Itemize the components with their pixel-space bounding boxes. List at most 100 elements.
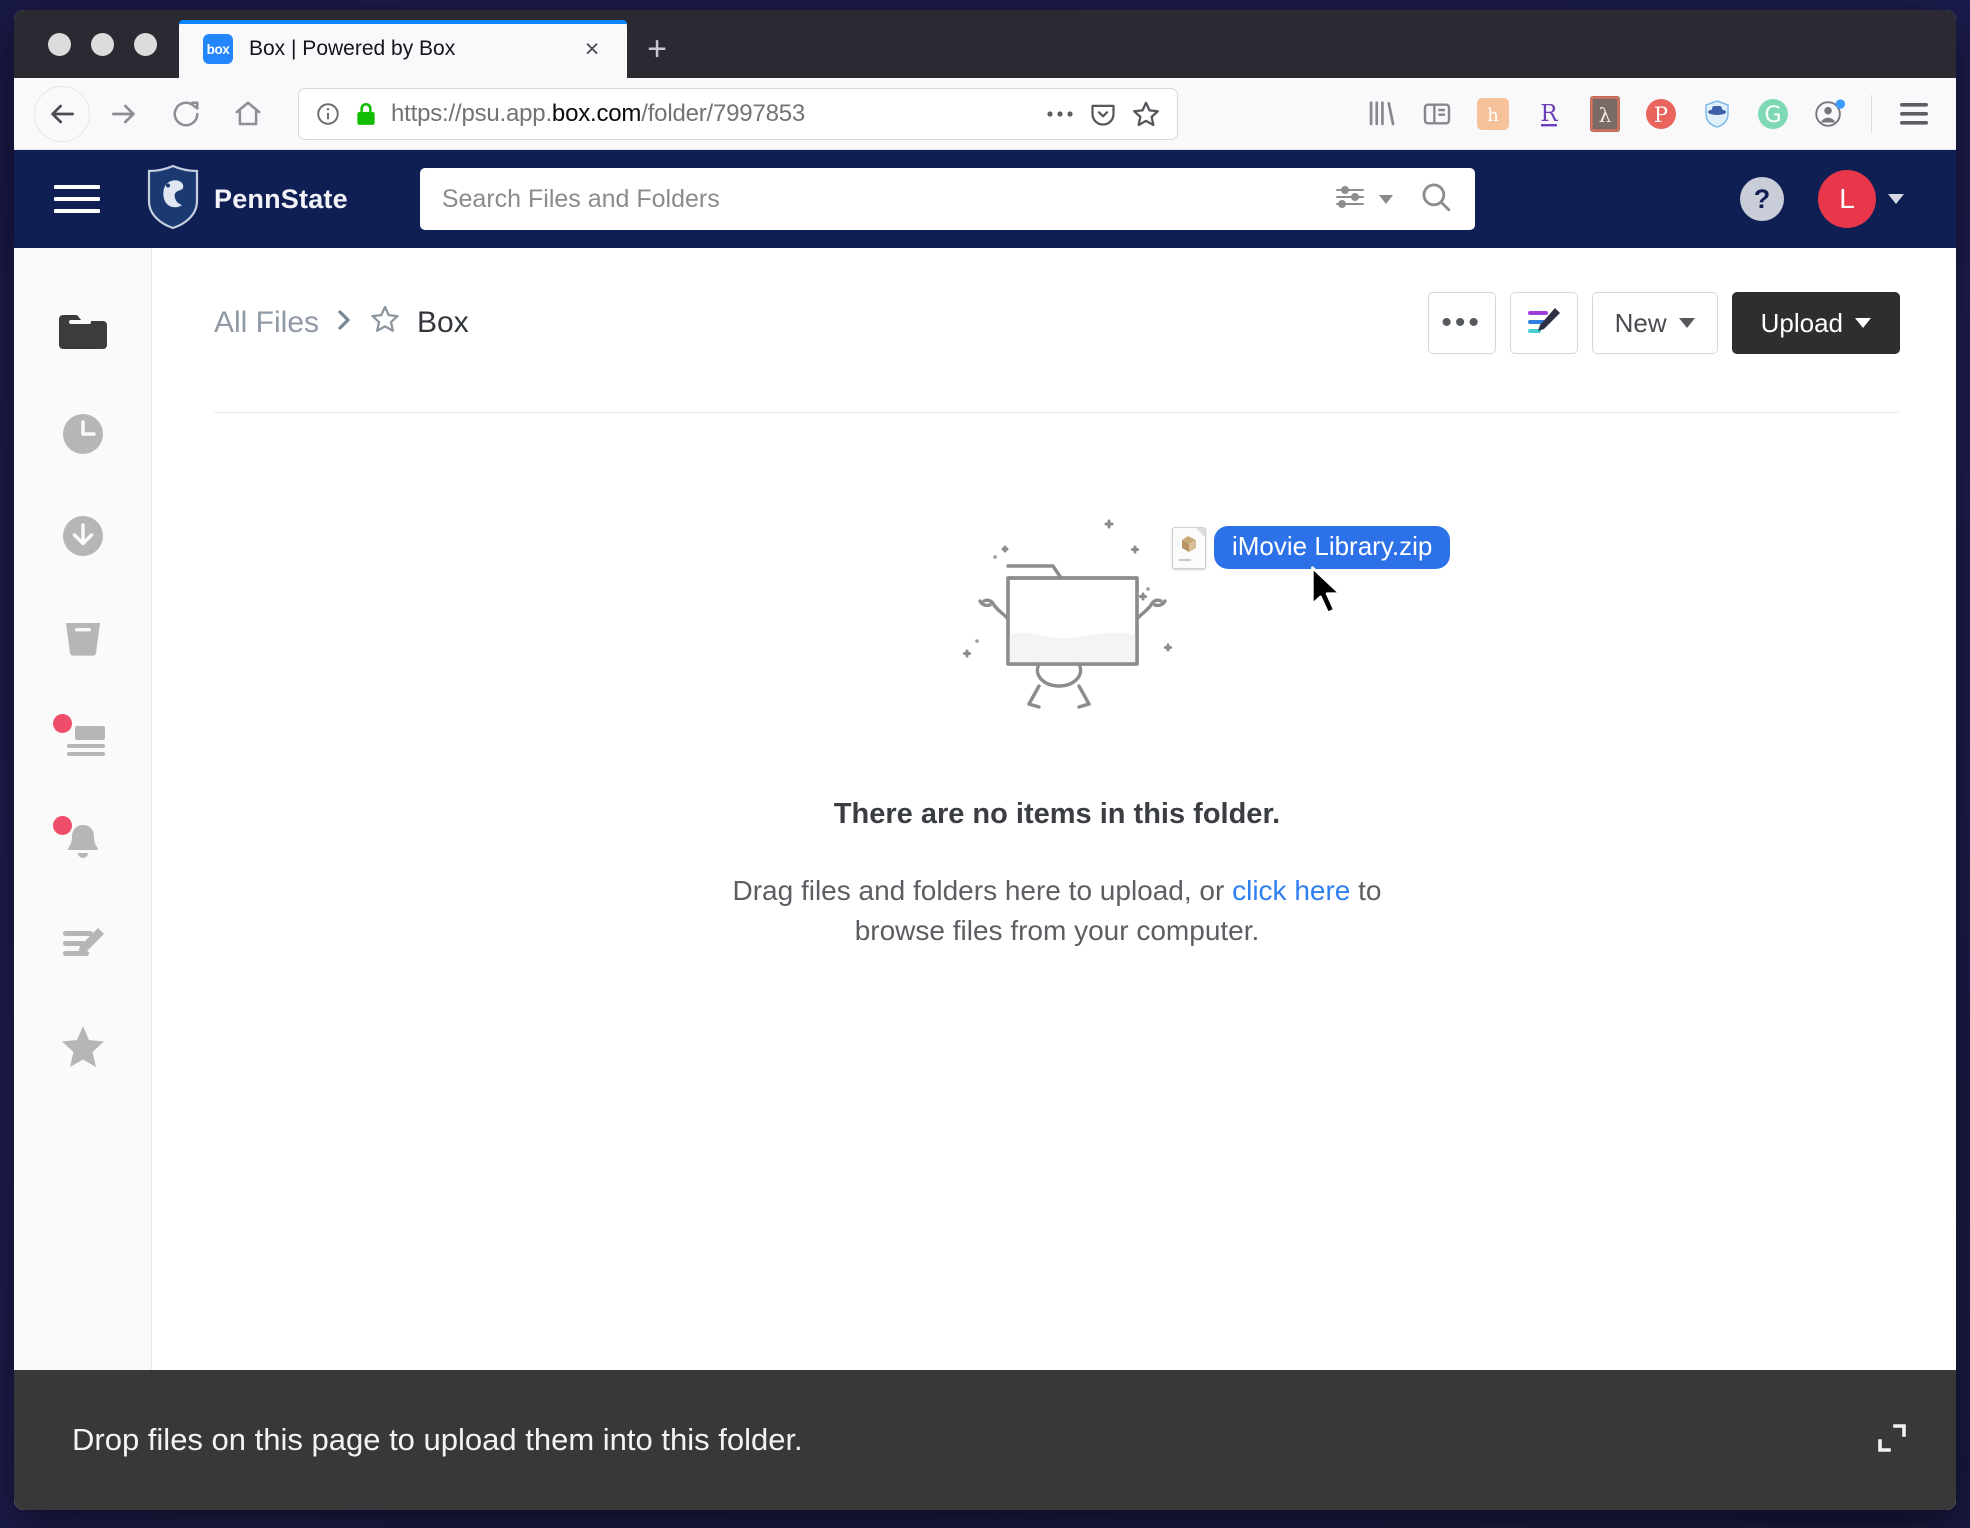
svg-text:G: G	[1764, 103, 1781, 128]
sidebar-item-notes[interactable]	[51, 916, 115, 972]
svg-text:R: R	[1540, 101, 1558, 127]
new-box-note-button[interactable]	[1509, 292, 1578, 354]
home-button[interactable]	[220, 86, 276, 142]
notifications-badge	[52, 816, 72, 835]
left-rail	[14, 248, 152, 1370]
sidebar-item-all-files[interactable]	[51, 304, 115, 360]
box-header: PennState ?	[14, 150, 1956, 248]
ghostery-icon[interactable]	[1693, 90, 1741, 138]
adobe-acrobat-icon[interactable]: λ	[1581, 90, 1629, 138]
sidebar-item-trash[interactable]	[51, 610, 115, 666]
sidebar-item-synced[interactable]	[51, 508, 115, 564]
header-right-cluster: ? L	[1740, 170, 1926, 228]
app-menu-button[interactable]	[1890, 90, 1938, 138]
box-note-icon	[1527, 308, 1560, 333]
breadcrumb-favorite-star-icon[interactable]	[369, 303, 401, 343]
search-bar[interactable]	[419, 168, 1475, 230]
search-input[interactable]	[441, 184, 1333, 214]
sidebar-item-recents[interactable]	[51, 406, 115, 462]
content-divider	[214, 412, 1900, 413]
researcher-r-icon[interactable]: R	[1525, 90, 1573, 138]
more-options-button[interactable]: •••	[1427, 292, 1496, 354]
new-caret-icon	[1678, 318, 1695, 328]
drop-files-message: Drop files on this page to upload them i…	[72, 1422, 803, 1457]
address-bar[interactable]: https://psu.app.box.com/folder/7997853	[298, 87, 1178, 140]
sidebar-item-updates[interactable]	[51, 712, 115, 768]
help-button[interactable]: ?	[1740, 177, 1784, 221]
folder-content: All Files Box ••• New Upload There are n…	[152, 248, 1956, 1370]
url-subdomain: psu.app.	[461, 99, 552, 127]
hypothesis-icon[interactable]: h	[1469, 90, 1517, 138]
updates-badge	[52, 714, 72, 733]
empty-state-title: There are no items in this folder.	[833, 798, 1281, 830]
avatar[interactable]: L	[1818, 170, 1876, 228]
toolbar-divider	[1871, 94, 1872, 133]
empty-folder-character-icon	[927, 499, 1187, 744]
search-filter-caret-icon[interactable]	[1378, 194, 1393, 204]
pinterest-icon[interactable]: P	[1637, 90, 1685, 138]
minimize-window-button[interactable]	[91, 33, 114, 56]
reader-sidebar-icon[interactable]	[1413, 90, 1461, 138]
folder-actions: ••• New Upload	[1427, 292, 1900, 354]
breadcrumb-current-folder: Box	[417, 306, 469, 339]
breadcrumb-all-files[interactable]: All Files	[214, 306, 319, 340]
box-application: PennState ?	[14, 150, 1956, 1510]
grammarly-icon[interactable]: G	[1749, 90, 1797, 138]
browse-files-link[interactable]: click here	[1232, 875, 1350, 906]
extensions-tray: h R λ P G	[1357, 90, 1938, 138]
empty-folder-state: There are no items in this folder. Drag …	[214, 499, 1900, 951]
new-button[interactable]: New	[1591, 292, 1718, 354]
page-actions-more-icon[interactable]	[1045, 108, 1075, 120]
upload-button[interactable]: Upload	[1731, 292, 1900, 354]
account-menu[interactable]: L	[1818, 170, 1904, 228]
close-window-button[interactable]	[48, 33, 71, 56]
content-header: All Files Box ••• New Upload	[214, 292, 1900, 354]
more-options-icon: •••	[1441, 306, 1482, 339]
main-menu-button[interactable]	[54, 185, 100, 213]
svg-text:P: P	[1654, 103, 1668, 127]
tab-title: Box | Powered by Box	[249, 37, 456, 60]
bookmark-star-icon[interactable]	[1131, 99, 1161, 129]
browser-toolbar: https://psu.app.box.com/folder/7997853 h…	[14, 78, 1956, 150]
breadcrumb-separator-icon	[335, 307, 353, 340]
svg-text:λ: λ	[1599, 103, 1612, 127]
close-tab-icon[interactable]: ×	[575, 32, 609, 66]
brand-wordmark: PennState	[214, 183, 348, 214]
forward-button[interactable]	[96, 86, 152, 142]
url-text: https://psu.app.box.com/folder/7997853	[391, 100, 1031, 128]
maximize-window-button[interactable]	[134, 33, 157, 56]
back-button[interactable]	[34, 85, 90, 142]
search-tools	[1333, 180, 1453, 219]
browser-window: box Box | Powered by Box × + https://psu…	[14, 10, 1956, 1510]
upload-caret-icon	[1855, 318, 1871, 328]
browser-tab-strip: box Box | Powered by Box × +	[14, 10, 1956, 78]
breadcrumb: All Files Box	[214, 303, 469, 343]
box-body: All Files Box ••• New Upload There are n…	[14, 248, 1956, 1370]
url-scheme: https://	[391, 99, 462, 127]
box-favicon-icon: box	[203, 34, 233, 64]
new-tab-button[interactable]: +	[627, 20, 687, 78]
url-host: box.com	[551, 99, 642, 127]
account-icon[interactable]	[1805, 90, 1853, 138]
new-button-label: New	[1614, 307, 1667, 338]
penn-state-brand[interactable]: PennState	[146, 164, 348, 235]
secure-lock-icon	[355, 101, 377, 127]
desktop-background: box Box | Powered by Box × + https://psu…	[0, 0, 1970, 1528]
empty-state-description: Drag files and folders here to upload, o…	[707, 871, 1407, 951]
sidebar-item-favorites[interactable]	[51, 1018, 115, 1074]
url-path: /folder/7997853	[641, 99, 806, 127]
drop-files-bar: Drop files on this page to upload them i…	[14, 1370, 1956, 1510]
account-caret-icon[interactable]	[1888, 194, 1904, 204]
reload-button[interactable]	[158, 86, 214, 142]
library-icon[interactable]	[1357, 90, 1405, 138]
pocket-icon[interactable]	[1089, 100, 1117, 128]
arrow-cursor-icon	[1307, 566, 1347, 623]
page-info-icon[interactable]	[315, 101, 341, 127]
sidebar-item-notifications[interactable]	[51, 814, 115, 870]
penn-state-shield-icon	[146, 164, 200, 235]
upload-button-label: Upload	[1760, 307, 1843, 338]
search-submit-icon[interactable]	[1419, 180, 1453, 219]
expand-icon[interactable]	[1874, 1420, 1910, 1461]
search-filter-icon[interactable]	[1333, 182, 1367, 217]
browser-tab-box[interactable]: box Box | Powered by Box ×	[179, 20, 627, 78]
